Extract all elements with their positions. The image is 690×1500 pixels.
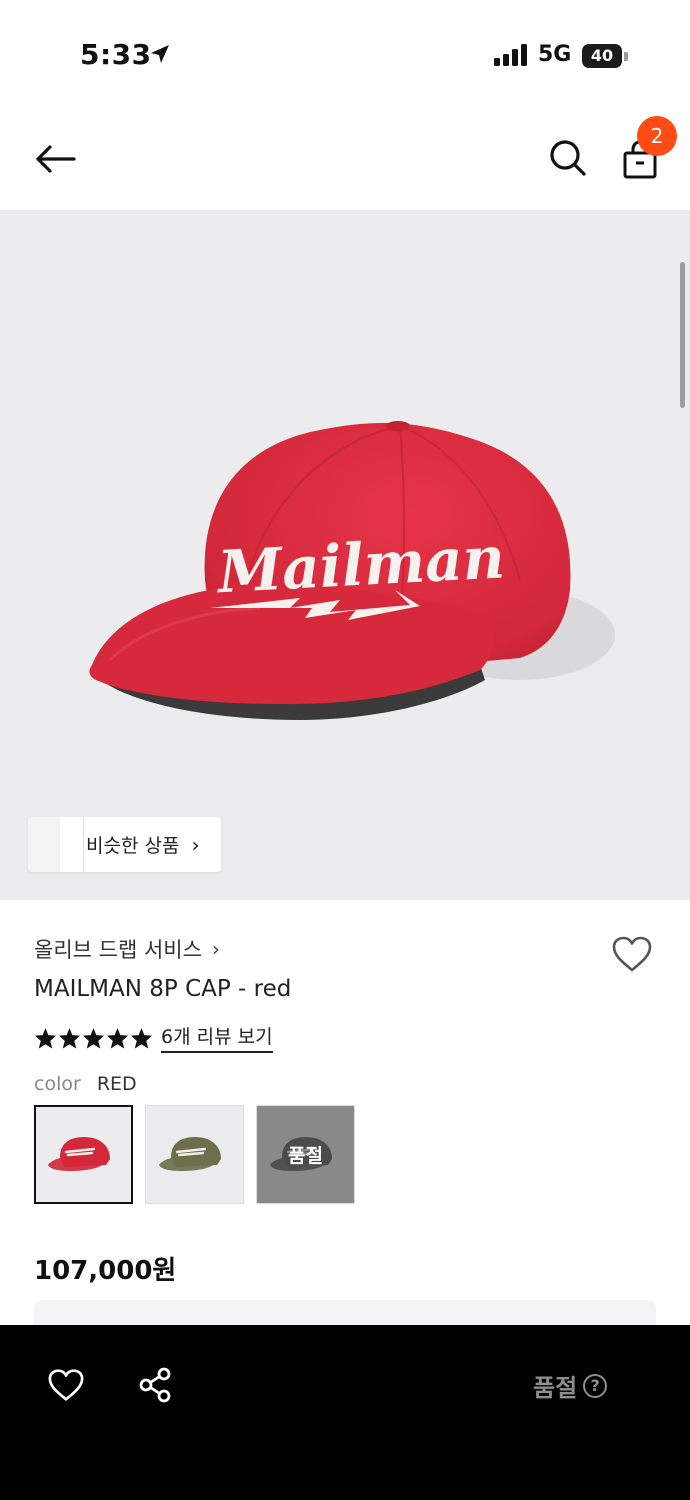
battery-icon: 40 xyxy=(582,44,622,68)
cap-thumbnail xyxy=(158,1136,221,1171)
star-icon xyxy=(82,1027,105,1049)
battery-cap xyxy=(624,52,628,61)
rating-row: 6개 리뷰 보기 xyxy=(34,1022,273,1053)
search-icon xyxy=(550,140,586,176)
location-arrow-icon xyxy=(151,45,169,63)
search-button[interactable] xyxy=(544,134,592,182)
color-swatch[interactable] xyxy=(34,1105,133,1204)
color-swatch[interactable] xyxy=(145,1105,244,1204)
color-swatch[interactable]: 품절 xyxy=(256,1105,355,1204)
similar-products-label: 비슷한 상품 xyxy=(86,835,180,857)
reviews-link[interactable]: 6개 리뷰 보기 xyxy=(161,1022,273,1053)
sold-out-label: 품절 xyxy=(533,1374,578,1402)
star-icon xyxy=(106,1027,129,1049)
star-icon xyxy=(58,1027,81,1049)
sold-out-status: 품절 ? xyxy=(533,1368,608,1403)
chevron-right-icon: › xyxy=(191,832,200,857)
help-icon[interactable]: ? xyxy=(583,1373,608,1398)
product-name: MAILMAN 8P CAP - red xyxy=(34,976,292,1002)
heart-icon xyxy=(612,936,652,972)
signal-icon xyxy=(494,44,527,66)
cap-illustration: Mailman xyxy=(89,421,615,720)
bottom-action-bar: 품절 ? xyxy=(0,1325,690,1500)
back-button[interactable] xyxy=(30,138,80,180)
top-nav xyxy=(0,110,690,210)
cap-thumbnail xyxy=(47,1136,110,1171)
scrollbar[interactable] xyxy=(680,262,685,408)
color-row: color RED xyxy=(34,1073,137,1095)
cart-count-badge: 2 xyxy=(637,116,677,156)
heart-icon xyxy=(48,1369,84,1401)
arrow-left-icon xyxy=(36,145,76,173)
brand-name: 올리브 드랩 서비스 xyxy=(34,938,202,962)
color-swatches: 품절 xyxy=(34,1105,355,1204)
rating-stars xyxy=(34,1027,153,1049)
brand-link[interactable]: 올리브 드랩 서비스 › xyxy=(34,934,220,964)
color-label: color xyxy=(34,1073,81,1095)
star-icon xyxy=(34,1027,57,1049)
network-label: 5G xyxy=(538,42,572,67)
status-bar: 5:33 5G 40 xyxy=(0,0,690,110)
share-button[interactable] xyxy=(133,1363,177,1407)
sold-out-overlay: 품절 xyxy=(257,1106,354,1203)
chevron-right-icon: › xyxy=(211,937,220,961)
similar-thumbnails xyxy=(28,817,84,872)
product-image[interactable]: Mailman xyxy=(0,210,690,900)
similar-products-button[interactable]: 비슷한 상품 › xyxy=(28,817,221,872)
color-value: RED xyxy=(96,1073,137,1095)
bottom-wishlist-button[interactable] xyxy=(44,1363,88,1407)
star-icon xyxy=(130,1027,153,1049)
wishlist-button[interactable] xyxy=(606,930,658,978)
status-time: 5:33 xyxy=(80,38,152,71)
price: 107,000원 xyxy=(34,1256,177,1286)
share-icon xyxy=(139,1367,171,1403)
